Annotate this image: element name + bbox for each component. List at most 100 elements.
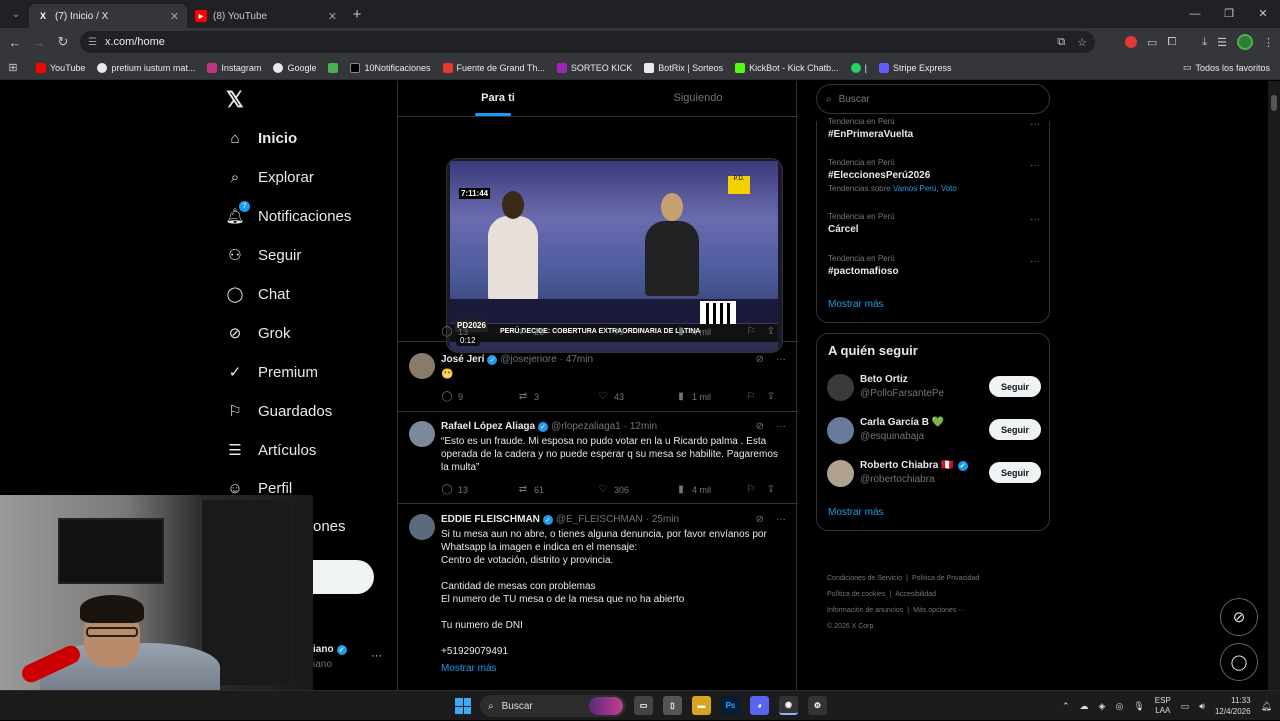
trend-related-links[interactable]: Vamos Perú, Voto xyxy=(893,184,957,193)
new-tab-button[interactable]: + xyxy=(345,6,369,23)
trend-item[interactable]: Tendencia en Perú Cárcel ··· xyxy=(828,212,1040,235)
tweet[interactable]: Rafael López Aliaga ✓ @rlopezaliaga1 · 1… xyxy=(398,412,798,504)
discord-icon[interactable]: ◕ xyxy=(750,696,769,715)
who-show-more-link[interactable]: Mostrar más xyxy=(828,507,884,518)
tweet[interactable]: José Jerí ✓ @josejeriore · 47min ⊘ ··· 😬 … xyxy=(398,343,798,412)
more-icon[interactable]: ··· xyxy=(1030,214,1040,225)
sidebar-item-premium[interactable]: ✓ Premium xyxy=(226,363,318,382)
app-icon[interactable]: ▯ xyxy=(663,696,682,715)
minimize-button[interactable]: — xyxy=(1178,0,1212,28)
taskbar-search[interactable]: ⌕ Buscar xyxy=(480,695,626,717)
reply-button[interactable]: ◯ 13 xyxy=(441,484,517,495)
apps-grid-icon[interactable]: ⊞ xyxy=(0,61,26,74)
views-button[interactable]: ▮ 4 mil xyxy=(675,484,745,495)
tab-close-icon[interactable]: ✕ xyxy=(328,10,337,23)
tweet-time[interactable]: · 47min xyxy=(560,354,593,365)
sidebar-item-explore[interactable]: ⌕ Explorar xyxy=(226,168,314,186)
avatar[interactable] xyxy=(827,460,854,487)
more-icon[interactable]: ··· xyxy=(1030,160,1040,171)
clock[interactable]: 11:33 12/4/2026 xyxy=(1215,695,1251,717)
more-icon[interactable]: ··· xyxy=(776,421,786,432)
sidebar-item-notifications[interactable]: 🔔︎ 7 Notificaciones xyxy=(225,201,351,225)
repost-button[interactable]: ⇄ 61 xyxy=(517,484,597,495)
extension-red-icon[interactable] xyxy=(1125,36,1138,48)
app-icon[interactable]: ⚙ xyxy=(808,696,827,715)
follow-suggestion[interactable]: Roberto Chiabra 🇵🇪 ✓ @robertochiabra Segu… xyxy=(827,459,1041,489)
volume-icon[interactable]: 🔊︎ xyxy=(1199,701,1205,712)
like-button[interactable]: ♡ 43 xyxy=(597,391,675,402)
like-button[interactable]: ♡ 79 xyxy=(597,326,675,337)
more-icon[interactable]: ··· xyxy=(1030,119,1040,130)
windows-start-icon[interactable] xyxy=(455,698,471,714)
sidebar-item-articles[interactable]: ☰ Artículos xyxy=(226,441,316,460)
like-button[interactable]: ♡ 306 xyxy=(597,484,675,495)
tray-app-icon[interactable]: ◈ xyxy=(1099,701,1106,712)
search-input[interactable]: ⌕ Buscar xyxy=(816,84,1050,114)
avatar[interactable] xyxy=(827,417,854,444)
more-icon[interactable]: ··· xyxy=(1030,256,1040,267)
tweet-time[interactable]: · 25min xyxy=(646,514,679,525)
show-more-link[interactable]: Mostrar más xyxy=(441,662,786,675)
bookmark-item[interactable]: Stripe Express xyxy=(873,62,958,73)
trend-item[interactable]: Tendencia en Perú #pactomafioso ··· xyxy=(828,254,1040,277)
tab-search-button[interactable]: ⌄ xyxy=(3,3,29,25)
footer-link[interactable]: Más opciones ··· xyxy=(913,607,965,614)
extension-icon[interactable]: ▭ xyxy=(1147,36,1157,49)
footer-link[interactable]: Política de cookies xyxy=(827,591,885,598)
bookmark-item[interactable]: SORTEO KICK xyxy=(551,62,638,73)
sidebar-item-more-partial[interactable]: ones xyxy=(313,518,346,535)
page-scrollbar[interactable] xyxy=(1268,81,1280,690)
follow-suggestion[interactable]: Beto Ortiz @PolloFarsantePe Seguir xyxy=(827,373,1041,403)
extensions-puzzle-icon[interactable]: ⧠ xyxy=(1167,36,1176,49)
follow-suggestion[interactable]: Carla García B 💚 @esquinabaja Seguir xyxy=(827,416,1041,446)
tweet[interactable]: EDDIE FLEISCHMAN ✓ @E_FLEISCHMAN · 25min… xyxy=(398,504,798,690)
avatar[interactable] xyxy=(827,374,854,401)
task-view-icon[interactable]: ▭ xyxy=(634,696,653,715)
account-more-icon[interactable]: ··· xyxy=(371,650,382,662)
microphone-icon[interactable]: 🎙︎ xyxy=(1133,701,1144,712)
share-button[interactable]: ⇪ xyxy=(765,484,783,495)
bookmark-star-icon[interactable]: ☆ xyxy=(1077,36,1087,49)
close-window-button[interactable]: ✕ xyxy=(1246,0,1280,28)
views-button[interactable]: ▮ 1 mil xyxy=(675,391,745,402)
bookmark-item[interactable]: 10Notificaciones xyxy=(344,62,436,73)
follow-button[interactable]: Seguir xyxy=(989,462,1041,483)
reply-button[interactable]: ◯ 13 xyxy=(441,326,517,337)
footer-link[interactable]: Accesibilidad xyxy=(895,591,936,598)
bookmark-item[interactable]: Fuente de Grand Th... xyxy=(437,62,551,73)
browser-menu-icon[interactable]: ⋮ xyxy=(1263,36,1274,49)
trend-item[interactable]: Tendencia en Perú #EnPrimeraVuelta ··· xyxy=(828,117,1040,140)
bookmark-button[interactable]: ⚐ xyxy=(745,391,765,402)
repost-button[interactable]: ⇄ 3 xyxy=(517,391,597,402)
sidebar-item-home[interactable]: ⌂ Inicio xyxy=(226,129,297,147)
grok-icon[interactable]: ⊘ xyxy=(756,354,764,365)
bookmark-item[interactable]: KickBot - Kick Chatb... xyxy=(729,62,845,73)
repost-button[interactable]: ⇄ 26 xyxy=(517,326,597,337)
footer-link[interactable]: Política de Privacidad xyxy=(912,575,979,582)
more-icon[interactable]: ··· xyxy=(776,354,786,365)
bookmark-item[interactable]: Google xyxy=(267,62,322,73)
bookmark-item[interactable] xyxy=(322,62,344,73)
sidebar-item-chat[interactable]: ◯ Chat xyxy=(226,285,290,304)
tab-close-icon[interactable]: ✕ xyxy=(170,10,179,23)
site-info-icon[interactable]: ☰ xyxy=(88,37,97,48)
scrollbar-thumb[interactable] xyxy=(1271,95,1277,111)
reply-button[interactable]: ◯ 9 xyxy=(441,391,517,402)
follow-button[interactable]: Seguir xyxy=(989,419,1041,440)
author-handle[interactable]: @E_FLEISCHMAN xyxy=(556,514,643,525)
sidebar-item-grok[interactable]: ⊘ Grok xyxy=(226,324,291,343)
language-indicator[interactable]: ESP LAA xyxy=(1155,696,1171,716)
grok-icon[interactable]: ⊘ xyxy=(756,514,764,525)
author-name[interactable]: EDDIE FLEISCHMAN xyxy=(441,514,540,525)
follow-button[interactable]: Seguir xyxy=(989,376,1041,397)
tab-x-home[interactable]: X (7) Inicio / X ✕ xyxy=(29,4,187,28)
chat-fab-button[interactable]: ◯ xyxy=(1220,643,1258,681)
bookmark-button[interactable]: ⚐ xyxy=(745,326,765,337)
tab-following[interactable]: Siguiendo xyxy=(598,81,798,116)
trends-show-more-link[interactable]: Mostrar más xyxy=(828,299,884,310)
grok-fab-button[interactable]: ⊘ xyxy=(1220,598,1258,636)
bookmark-button[interactable]: ⚐ xyxy=(745,484,765,495)
file-explorer-icon[interactable]: ▬ xyxy=(692,696,711,715)
avatar[interactable] xyxy=(409,421,435,447)
reload-button[interactable]: ↻ xyxy=(51,34,75,50)
